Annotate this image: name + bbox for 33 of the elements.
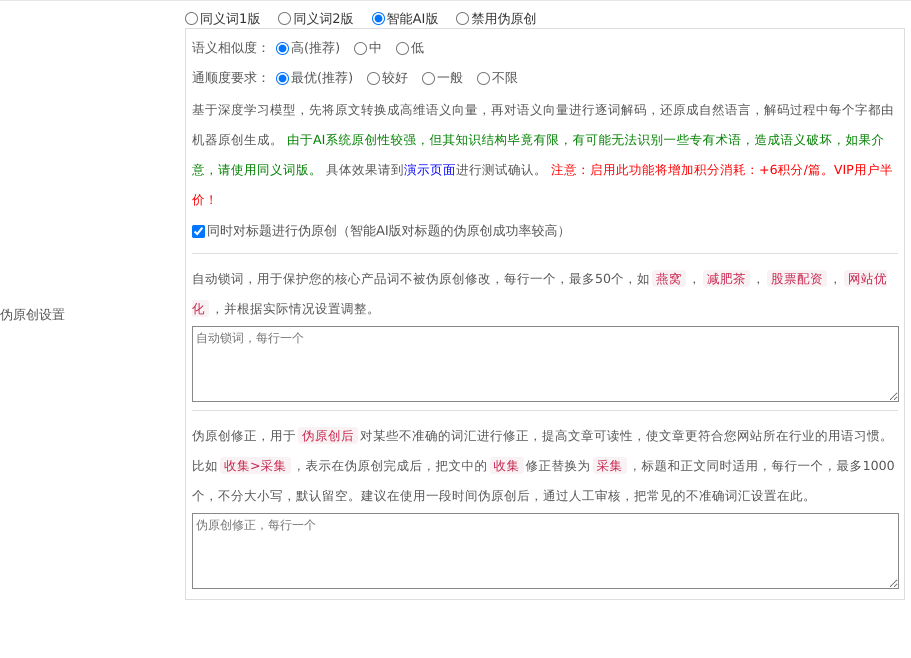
radio-button[interactable] xyxy=(276,72,289,84)
radio-button[interactable] xyxy=(477,72,490,84)
radio-button[interactable] xyxy=(276,42,289,54)
radio-button[interactable] xyxy=(354,42,368,54)
lock-words-help-text: 自动锁词，用于保护您的核心产品词不被伪原创修改，每行一个，最多50个，如 燕窝 ， 减肥茶 ， 股票配资 ， 网站优化 ，并根据实际情况设置调整。 xyxy=(192,269,888,319)
radio-button[interactable] xyxy=(372,12,385,25)
radio-button[interactable] xyxy=(185,12,198,25)
radio-button[interactable] xyxy=(456,12,470,25)
radio-label: 较好 xyxy=(382,70,408,87)
radio-label: 中 xyxy=(369,40,382,57)
field-label: 通顺度要求： xyxy=(192,70,270,87)
radio-button[interactable] xyxy=(422,72,436,84)
radio-label: 智能AI版 xyxy=(386,10,438,28)
radio-label: 低 xyxy=(411,40,424,57)
corrections-field[interactable]: 伪原创修正，每行一个 xyxy=(192,513,899,589)
corrections-help-text: 伪原创修正，用于 伪原创后 对某些不准确的词汇进行修正，提高文章可读性，使文章更符合您网站所在行业的用语习惯。比如 收集>采集 ，表示在伪原创完成后，把文中的 收集 修正替换为 采集 ，标题和正文同时适用，每行一个，最多1000个，不分大小写，默认留空。建议在使用一段时间伪原创后，通过人工审核，把常见的不准确词汇设置在此。 xyxy=(192,426,896,505)
description-text: 基于深度学习模型，先将原文转换成高维语义向量，再对语义向量进行逐词解码，还原成自然语言，解码过程中每个字都由机器原创生成。 由于AI系统原创性较强，但其知识结构毕竟有限，有可能无法识别一些专有术语，造成语义破坏，如果介意，请使用同义词版。 具体效果请到演示页面进行测试确认。 注意：启用此功能将增加积分消耗：+6积分/篇。VIP用户半价！ xyxy=(192,101,895,209)
radio-label: 禁用伪原创 xyxy=(471,10,536,28)
checkbox[interactable] xyxy=(192,224,205,238)
radio-label: 同义词2版 xyxy=(293,10,354,28)
lock-words-field[interactable]: 自动锁词，每行一个 xyxy=(192,326,899,402)
radio-label: 一般 xyxy=(437,70,464,87)
radio-button[interactable] xyxy=(367,72,380,84)
checkbox-label: 同时对标题进行伪原创（智能AI版对标题的伪原创成功率较高） xyxy=(207,223,571,240)
radio-button[interactable] xyxy=(396,42,410,54)
field-label: 语义相似度： xyxy=(192,40,270,57)
radio-label: 最优(推荐) xyxy=(291,70,354,87)
radio-button[interactable] xyxy=(278,12,292,25)
radio-label: 高(推荐) xyxy=(291,40,340,57)
section-label: 伪原创设置 xyxy=(0,307,65,324)
radio-label: 同义词1版 xyxy=(200,10,260,28)
demo-page-link[interactable]: 演示页面 xyxy=(404,162,456,177)
radio-label: 不限 xyxy=(492,70,518,87)
